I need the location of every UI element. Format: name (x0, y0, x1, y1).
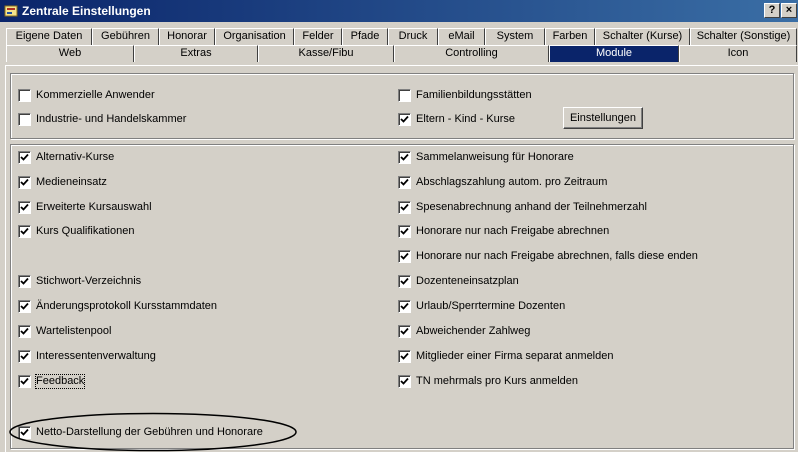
checkmark-icon (20, 277, 29, 285)
tab-icon[interactable]: Icon (679, 45, 797, 62)
checkbox-box[interactable] (18, 375, 31, 388)
checkbox-box[interactable] (398, 113, 411, 126)
checkbox-box[interactable] (398, 250, 411, 263)
settings-window: Zentrale Einstellungen ? × Eigene Daten … (0, 0, 798, 452)
checkbox-box[interactable] (398, 350, 411, 363)
checkmark-icon (20, 227, 29, 235)
checkmark-icon (20, 327, 29, 335)
checkbox-box[interactable] (398, 275, 411, 288)
checkbox-box[interactable] (18, 89, 31, 102)
window-title: Zentrale Einstellungen (22, 4, 151, 18)
checkmark-icon (20, 153, 29, 161)
tab-system[interactable]: System (485, 28, 545, 45)
checkmark-icon (20, 377, 29, 385)
tab-controlling[interactable]: Controlling (394, 45, 549, 62)
tab-druck[interactable]: Druck (388, 28, 438, 45)
checkmark-icon (400, 115, 409, 123)
checkmark-icon (400, 203, 409, 211)
checkbox-box[interactable] (18, 275, 31, 288)
tab-schalter-sonstige[interactable]: Schalter (Sonstige) (690, 28, 797, 45)
checkmark-icon (20, 178, 29, 186)
tab-honorar[interactable]: Honorar (159, 28, 215, 45)
checkmark-icon (400, 377, 409, 385)
tab-kasse-fibu[interactable]: Kasse/Fibu (258, 45, 394, 62)
checkbox-box[interactable] (18, 176, 31, 189)
checkbox-box[interactable] (18, 113, 31, 126)
help-button[interactable]: ? (764, 3, 780, 18)
tab-organisation[interactable]: Organisation (215, 28, 294, 45)
tab-pfade[interactable]: Pfade (342, 28, 388, 45)
checkmark-icon (20, 352, 29, 360)
checkbox-box[interactable] (398, 89, 411, 102)
group-modules (10, 144, 794, 449)
tab-module[interactable]: Module (549, 45, 679, 62)
tab-web[interactable]: Web (6, 45, 134, 62)
tab-farben[interactable]: Farben (545, 28, 595, 45)
checkbox-box[interactable] (18, 300, 31, 313)
checkbox-box[interactable] (398, 201, 411, 214)
title-bar[interactable]: Zentrale Einstellungen ? × (0, 0, 798, 22)
tab-gebuehren[interactable]: Gebühren (92, 28, 159, 45)
checkbox-box[interactable] (18, 151, 31, 164)
checkmark-icon (400, 302, 409, 310)
tab-extras[interactable]: Extras (134, 45, 258, 62)
group-user-type (10, 73, 794, 139)
app-icon (4, 4, 18, 18)
tab-eigene-daten[interactable]: Eigene Daten (6, 28, 92, 45)
checkbox-box[interactable] (18, 350, 31, 363)
checkbox-box[interactable] (398, 300, 411, 313)
checkmark-icon (400, 178, 409, 186)
checkmark-icon (400, 352, 409, 360)
checkmark-icon (400, 277, 409, 285)
checkmark-icon (400, 153, 409, 161)
tab-email[interactable]: eMail (438, 28, 485, 45)
checkmark-icon (400, 327, 409, 335)
checkmark-icon (20, 302, 29, 310)
checkmark-icon (20, 428, 29, 436)
checkbox-box[interactable] (398, 375, 411, 388)
einstellungen-button[interactable]: Einstellungen (563, 107, 643, 129)
checkbox-box[interactable] (18, 325, 31, 338)
close-button[interactable]: × (781, 3, 797, 18)
checkmark-icon (400, 227, 409, 235)
checkbox-box[interactable] (18, 225, 31, 238)
checkbox-box[interactable] (398, 151, 411, 164)
checkbox-box[interactable] (18, 201, 31, 214)
checkbox-box[interactable] (398, 225, 411, 238)
tab-felder[interactable]: Felder (294, 28, 342, 45)
checkbox-box[interactable] (398, 325, 411, 338)
checkbox-box[interactable] (18, 426, 31, 439)
checkbox-box[interactable] (398, 176, 411, 189)
checkmark-icon (400, 252, 409, 260)
tab-schalter-kurse[interactable]: Schalter (Kurse) (595, 28, 690, 45)
checkmark-icon (20, 203, 29, 211)
